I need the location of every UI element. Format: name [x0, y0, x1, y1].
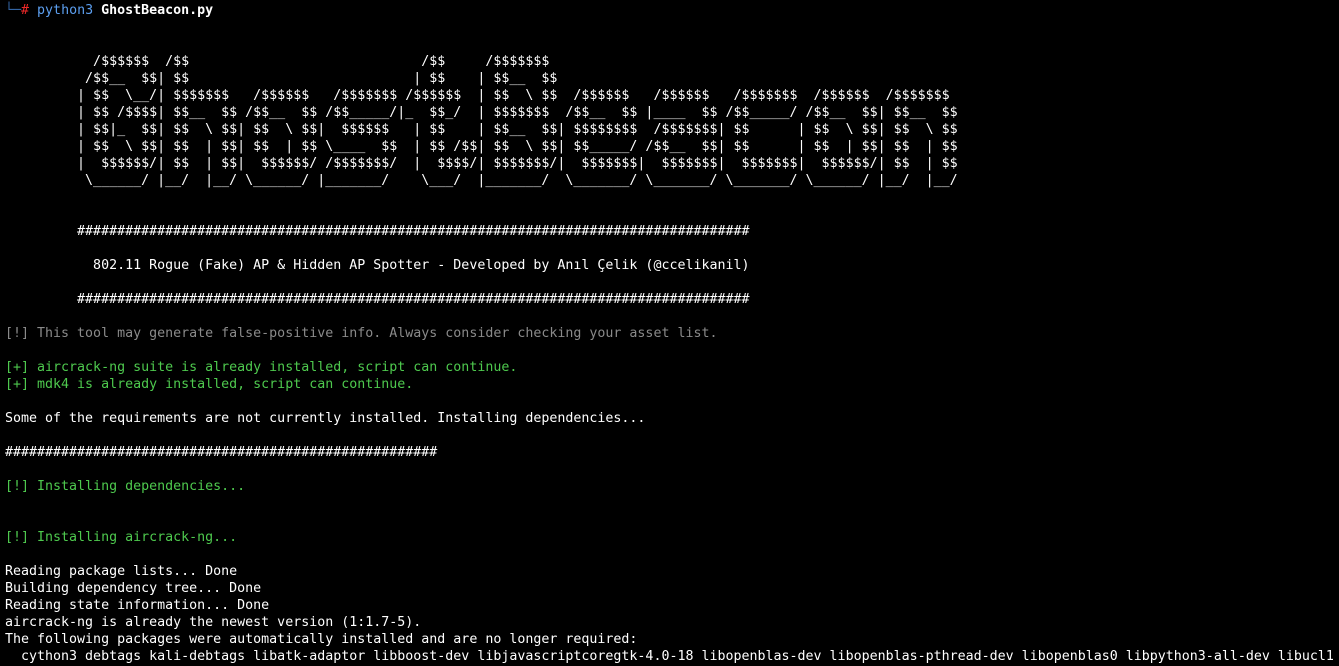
prompt-command: python3 — [37, 3, 94, 18]
terminal-window[interactable]: └─# python3 GhostBeacon.py /$$$$$$ /$$ /… — [0, 0, 1339, 666]
root-prompt-symbol: # — [21, 3, 30, 18]
requirements-note: Some of the requirements are not current… — [5, 411, 646, 426]
apt-output-line: Reading state information... Done — [5, 598, 270, 613]
prompt-corner-glyph: └─ — [5, 3, 22, 18]
mdk4-installed-message: [+] mdk4 is already installed, script ca… — [5, 377, 414, 392]
command-prompt-line: └─# python3 GhostBeacon.py — [5, 2, 213, 19]
ascii-banner-line: | $$|_ $$| $$ \ $$| $$ \ $$| $$$$$$ | $$… — [5, 122, 958, 137]
banner-separator-top: ########################################… — [5, 224, 750, 239]
apt-output-line: cython3 debtags kali-debtags libatk-adap… — [5, 649, 1334, 664]
false-positive-warning: [!] This tool may generate false-positiv… — [5, 326, 718, 341]
banner-separator-bottom: ########################################… — [5, 292, 750, 307]
ascii-banner-line: | $$ \ $$| $$ | $$| $$ | $$ \____ $$ | $… — [5, 139, 958, 154]
installing-dependencies-message: [!] Installing dependencies... — [5, 479, 246, 494]
banner-subtitle: 802.11 Rogue (Fake) AP & Hidden AP Spott… — [5, 258, 750, 273]
aircrack-installed-message: [+] aircrack-ng suite is already install… — [5, 360, 518, 375]
ascii-banner-line: \______/ |__/ |__/ \______/ |_______/ \_… — [5, 173, 958, 188]
ascii-banner-line: /$$__ $$| $$ | $$ | $$__ $$ — [5, 71, 558, 86]
ascii-banner-line: | $$ \__/| $$$$$$$ /$$$$$$ /$$$$$$$ /$$$… — [5, 88, 950, 103]
ascii-banner-line: | $$ /$$$$| $$__ $$ /$$__ $$ /$$_____/|_… — [5, 105, 958, 120]
apt-output-line: The following packages were automaticall… — [5, 632, 638, 647]
apt-output-line: Reading package lists... Done — [5, 564, 238, 579]
prompt-argument: GhostBeacon.py — [101, 3, 214, 18]
ascii-banner-line: /$$$$$$ /$$ /$$ /$$$$$$$ — [5, 54, 550, 69]
ascii-banner-line: | $$$$$$/| $$ | $$| $$$$$$/ /$$$$$$$/ | … — [5, 156, 958, 171]
installing-aircrack-message: [!] Installing aircrack-ng... — [5, 530, 238, 545]
apt-output-line: aircrack-ng is already the newest versio… — [5, 615, 422, 630]
apt-output-line: Building dependency tree... Done — [5, 581, 262, 596]
output-separator: ########################################… — [5, 445, 438, 460]
